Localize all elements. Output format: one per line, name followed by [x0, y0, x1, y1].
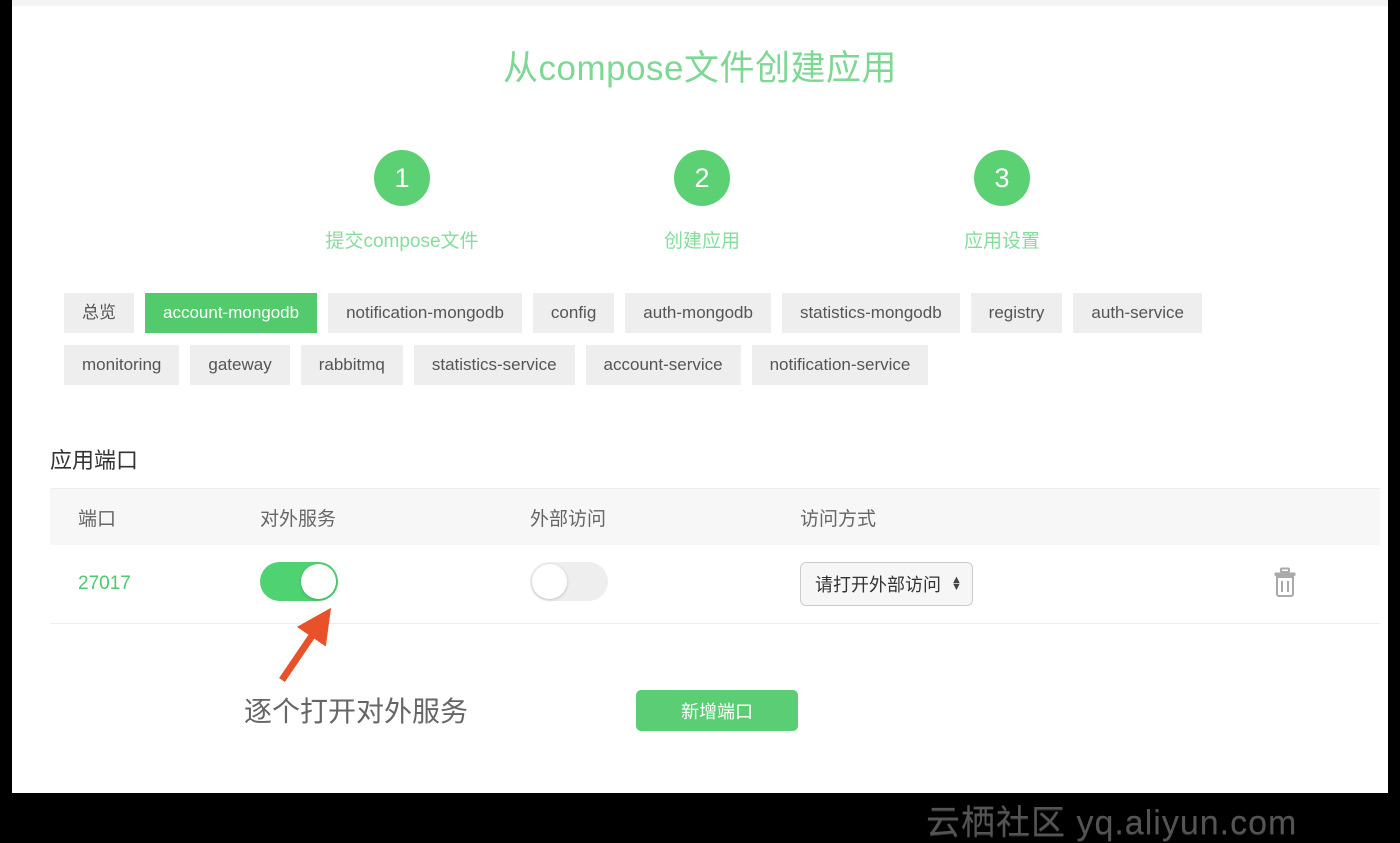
browser-top-strip — [12, 0, 1388, 6]
step-3-label: 应用设置 — [963, 231, 1040, 252]
column-header-external-service: 对外服务 — [260, 508, 337, 530]
step-2[interactable]: 2 创建应用 — [602, 150, 802, 253]
toggle-knob-icon — [301, 564, 336, 599]
tab-account-service[interactable]: account-service — [585, 345, 741, 385]
tab-account-mongodb[interactable]: account-mongodb — [145, 293, 318, 333]
app-page: 从compose文件创建应用 1 提交compose文件 2 创建应用 3 应用… — [12, 0, 1388, 793]
service-tabs: 总览 account-mongodb notification-mongodb … — [64, 293, 1314, 385]
tab-notification-service[interactable]: notification-service — [751, 345, 929, 385]
step-indicator: 1 提交compose文件 2 创建应用 3 应用设置 — [302, 150, 1102, 253]
step-1-number: 1 — [374, 150, 430, 206]
tab-statistics-service[interactable]: statistics-service — [413, 345, 575, 385]
ports-table-header: 端口 对外服务 外部访问 访问方式 — [50, 489, 1380, 545]
column-header-external-access: 外部访问 — [530, 508, 607, 530]
external-access-cell — [530, 562, 800, 606]
step-2-number: 2 — [674, 150, 730, 206]
ports-section-title: 应用端口 — [50, 448, 139, 473]
add-port-button[interactable]: 新增端口 — [636, 690, 798, 731]
tab-auth-mongodb[interactable]: auth-mongodb — [625, 293, 771, 333]
access-mode-select[interactable]: 请打开外部访问 ▲ ▼ — [800, 562, 973, 606]
chevron-updown-icon: ▲ ▼ — [951, 574, 962, 593]
port-value: 27017 — [78, 573, 131, 594]
ports-table: 端口 对外服务 外部访问 访问方式 27017 请打开外部访问 ▲ ▼ — [50, 488, 1380, 624]
trash-icon[interactable] — [1272, 567, 1298, 602]
external-service-toggle[interactable] — [260, 562, 338, 601]
column-header-port: 端口 — [78, 508, 117, 530]
tab-notification-mongodb[interactable]: notification-mongodb — [328, 293, 522, 333]
row-actions-cell — [1220, 567, 1380, 602]
access-mode-selected-value: 请打开外部访问 — [815, 575, 941, 595]
tab-gateway[interactable]: gateway — [190, 345, 290, 385]
watermark: 云栖社区 yq.aliyun.com — [926, 804, 1298, 842]
annotation-text: 逐个打开对外服务 — [244, 696, 469, 727]
tab-config[interactable]: config — [532, 293, 615, 333]
access-mode-cell: 请打开外部访问 ▲ ▼ — [800, 562, 1220, 606]
column-header-access-mode: 访问方式 — [800, 508, 877, 530]
step-1-label: 提交compose文件 — [325, 231, 479, 252]
page-title: 从compose文件创建应用 — [502, 49, 898, 88]
tab-overview[interactable]: 总览 — [64, 293, 134, 333]
tab-registry[interactable]: registry — [970, 293, 1063, 333]
tab-auth-service[interactable]: auth-service — [1073, 293, 1203, 333]
tab-statistics-mongodb[interactable]: statistics-mongodb — [781, 293, 960, 333]
port-cell: 27017 — [50, 573, 260, 595]
external-service-cell — [260, 562, 530, 606]
toggle-knob-icon — [532, 564, 567, 599]
table-row: 27017 请打开外部访问 ▲ ▼ — [50, 545, 1380, 624]
tab-monitoring[interactable]: monitoring — [64, 345, 180, 385]
step-3[interactable]: 3 应用设置 — [902, 150, 1102, 253]
screenshot-root: 从compose文件创建应用 1 提交compose文件 2 创建应用 3 应用… — [0, 0, 1400, 843]
external-access-toggle[interactable] — [530, 562, 608, 601]
step-3-number: 3 — [974, 150, 1030, 206]
step-2-label: 创建应用 — [663, 231, 740, 252]
tab-rabbitmq[interactable]: rabbitmq — [300, 345, 403, 385]
step-1[interactable]: 1 提交compose文件 — [302, 150, 502, 253]
